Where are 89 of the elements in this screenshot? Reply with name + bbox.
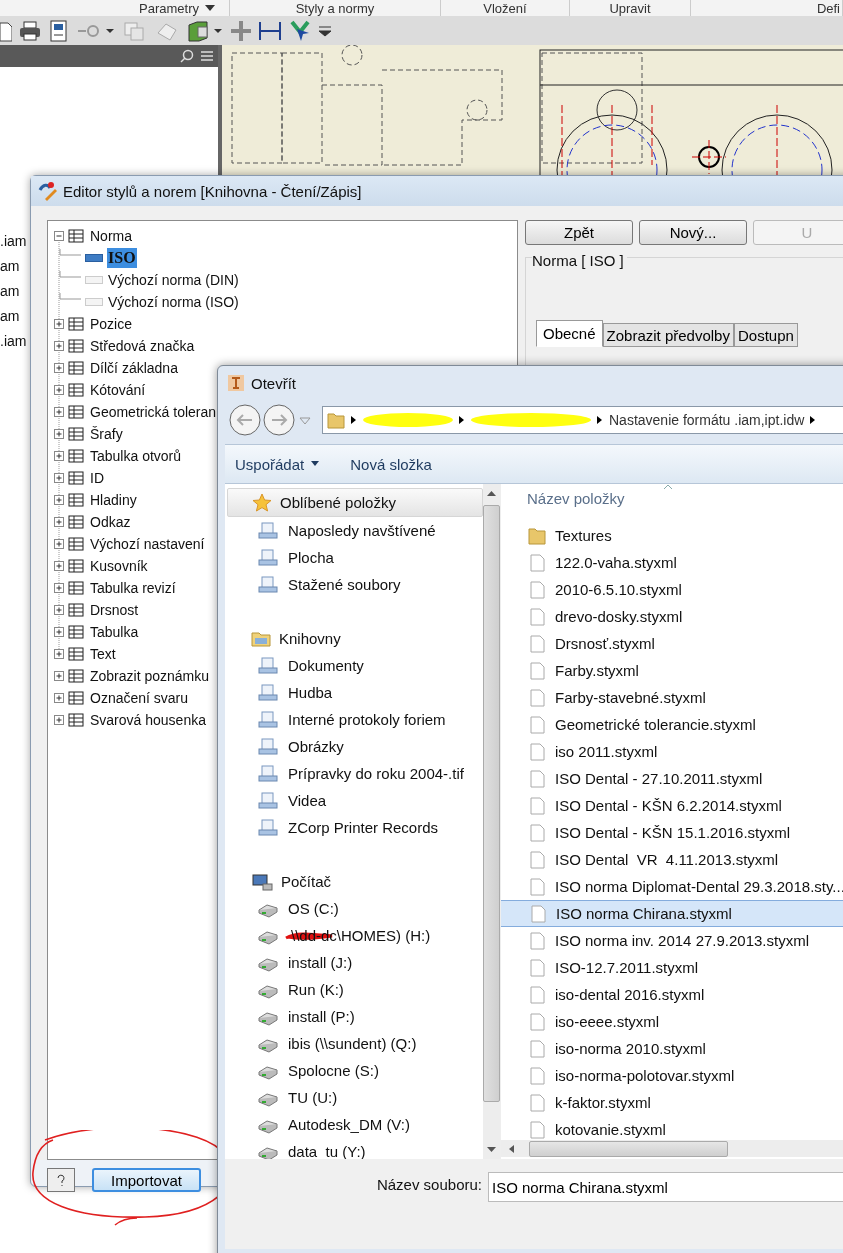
file-item[interactable]: Textures bbox=[501, 522, 843, 549]
nav-item[interactable]: \\dd-dc\HOMES) (H:) bbox=[225, 922, 483, 949]
file-item[interactable]: ISO Dental VR 4.11.2013.styxml bbox=[501, 846, 843, 873]
tab[interactable]: Zobrazit předvolby bbox=[602, 323, 734, 347]
tree-item[interactable]: Svarová housenka bbox=[89, 710, 207, 730]
tree-item[interactable]: Dílčí základna bbox=[89, 358, 179, 378]
tree-item[interactable]: Kusovník bbox=[89, 556, 149, 576]
file-item[interactable]: iso-dental 2016.styxml bbox=[501, 981, 843, 1008]
nav-item[interactable]: install (P:) bbox=[225, 1003, 483, 1030]
import-button[interactable]: Importovat bbox=[92, 1168, 201, 1192]
tree-item[interactable]: Hladiny bbox=[89, 490, 138, 510]
nav-group[interactable]: Knihovny bbox=[227, 625, 483, 652]
file-item[interactable]: Geometrické tolerancie.styxml bbox=[501, 711, 843, 738]
tree-item[interactable]: Zobrazit poznámku bbox=[89, 666, 211, 686]
tree-item[interactable]: Označení svaru bbox=[89, 688, 190, 708]
address-bar[interactable]: Nastavenie formátu .iam,ipt.idw bbox=[322, 406, 843, 434]
tree-item[interactable]: Norma bbox=[89, 226, 133, 246]
nav-group[interactable]: Počítač bbox=[227, 868, 483, 895]
nav-item[interactable]: Stažené soubory bbox=[225, 571, 483, 598]
file-item[interactable]: k-faktor.styxml bbox=[501, 1089, 843, 1116]
browser-item[interactable]: am bbox=[0, 281, 20, 301]
file-item[interactable]: iso 2011.styxml bbox=[501, 738, 843, 765]
tab[interactable]: Obecné bbox=[536, 320, 603, 347]
tree-item[interactable]: Šrafy bbox=[89, 424, 124, 444]
nav-item[interactable]: Plocha bbox=[225, 544, 483, 571]
tree-item[interactable]: Výchozí norma (ISO) bbox=[107, 292, 240, 312]
file-item[interactable]: ISO norma Diplomat-Dental 29.3.2018.sty... bbox=[501, 873, 843, 900]
file-item[interactable]: Farby.styxml bbox=[501, 657, 843, 684]
nav-item[interactable]: Run (K:) bbox=[225, 976, 483, 1003]
nav-item[interactable]: Obrázky bbox=[225, 733, 483, 760]
editor-button[interactable]: Nový... bbox=[639, 220, 747, 245]
file-item[interactable]: ISO norma inv. 2014 27.9.2013.styxml bbox=[501, 927, 843, 954]
file-item[interactable]: drevo-dosky.styxml bbox=[501, 603, 843, 630]
nav-item[interactable]: Spolocne (S:) bbox=[225, 1057, 483, 1084]
tree-item[interactable]: ISO bbox=[107, 248, 137, 268]
file-item[interactable]: kotovanie.styxml bbox=[501, 1116, 843, 1140]
window-title: Otevřít bbox=[251, 374, 296, 392]
tree-item[interactable]: ID bbox=[89, 468, 105, 488]
browser-item[interactable]: .iam bbox=[0, 331, 27, 351]
browser-item[interactable]: am bbox=[0, 256, 20, 276]
window-title: Editor stylů a norem [Knihovna - Čtení/Zápis] bbox=[63, 182, 362, 200]
nav-item[interactable]: Interné protokoly foriem bbox=[225, 706, 483, 733]
tab[interactable]: Dostupn bbox=[733, 323, 798, 347]
nav-item[interactable]: Videa bbox=[225, 787, 483, 814]
nav-item[interactable]: Prípravky do roku 2004-.tif bbox=[225, 760, 483, 787]
tree-item[interactable]: Geometrická toleran bbox=[89, 402, 218, 422]
nav-item[interactable]: ibis (\\sundent) (Q:) bbox=[225, 1030, 483, 1057]
nav-item[interactable]: install (J:) bbox=[225, 949, 483, 976]
nav-item[interactable]: Dokumenty bbox=[225, 652, 483, 679]
tree-item[interactable]: Tabulka revizí bbox=[89, 578, 177, 598]
nav-group[interactable]: Oblíbené položky bbox=[227, 488, 483, 517]
field-label: Název souboru: bbox=[375, 1176, 483, 1193]
file-item[interactable]: ISO Dental - KŠN 15.1.2016.styxml bbox=[501, 819, 843, 846]
nav-item[interactable]: Naposledy navštívené bbox=[225, 517, 483, 544]
command-button[interactable]: Nová složka bbox=[350, 455, 432, 473]
tree-item[interactable]: Pozice bbox=[89, 314, 134, 334]
column-header[interactable]: Název položky bbox=[501, 484, 843, 522]
file-item[interactable]: ISO Dental - KŠN 6.2.2014.styxml bbox=[501, 792, 843, 819]
nav-item[interactable]: ZCorp Printer Records bbox=[225, 814, 483, 841]
tree-item[interactable]: Výchozí nastavení bbox=[89, 534, 206, 554]
file-item[interactable]: 2010-6.5.10.styxml bbox=[501, 576, 843, 603]
nav-item[interactable]: Autodesk_DM (V:) bbox=[225, 1111, 483, 1138]
browser-item[interactable]: .iam bbox=[0, 231, 27, 251]
breadcrumb-item[interactable]: Nastavenie formátu .iam,ipt.idw bbox=[609, 412, 805, 428]
tree-item[interactable]: Výchozí norma (DIN) bbox=[107, 270, 240, 290]
tree-item[interactable]: Středová značka bbox=[89, 336, 196, 356]
file-item[interactable]: ISO Dental - 27.10.2011.styxml bbox=[501, 765, 843, 792]
editor-button[interactable]: Zpět bbox=[525, 220, 633, 245]
nav-item[interactable]: OS (C:) bbox=[225, 895, 483, 922]
browser-item[interactable]: am bbox=[0, 306, 20, 326]
tree-item[interactable]: Drsnost bbox=[89, 600, 140, 620]
file-item[interactable]: ISO-12.7.2011.styxml bbox=[501, 954, 843, 981]
tree-item[interactable]: Kótování bbox=[89, 380, 147, 400]
tree-item[interactable]: Odkaz bbox=[89, 512, 132, 532]
tree-item[interactable]: Tabulka otvorů bbox=[89, 446, 183, 466]
file-item[interactable]: Farby-stavebné.styxml bbox=[501, 684, 843, 711]
file-item[interactable]: ISO norma Chirana.styxml bbox=[501, 900, 843, 927]
command-button[interactable]: Uspořádat bbox=[235, 455, 321, 473]
filename-field[interactable]: ISO norma Chirana.styxml bbox=[488, 1172, 843, 1202]
tree-item[interactable]: Tabulka bbox=[89, 622, 140, 642]
file-item[interactable]: iso-norma 2010.styxml bbox=[501, 1035, 843, 1062]
nav-item[interactable]: TU (U:) bbox=[225, 1084, 483, 1111]
file-item[interactable]: Drsnosť.styxml bbox=[501, 630, 843, 657]
tree-item[interactable]: Text bbox=[89, 644, 117, 664]
file-item[interactable]: iso-eeee.styxml bbox=[501, 1008, 843, 1035]
file-item[interactable]: iso-norma-polotovar.styxml bbox=[501, 1062, 843, 1089]
group-title: Norma [ ISO ] bbox=[532, 252, 627, 269]
nav-item[interactable]: Hudba bbox=[225, 679, 483, 706]
file-item[interactable]: 122.0-vaha.styxml bbox=[501, 549, 843, 576]
